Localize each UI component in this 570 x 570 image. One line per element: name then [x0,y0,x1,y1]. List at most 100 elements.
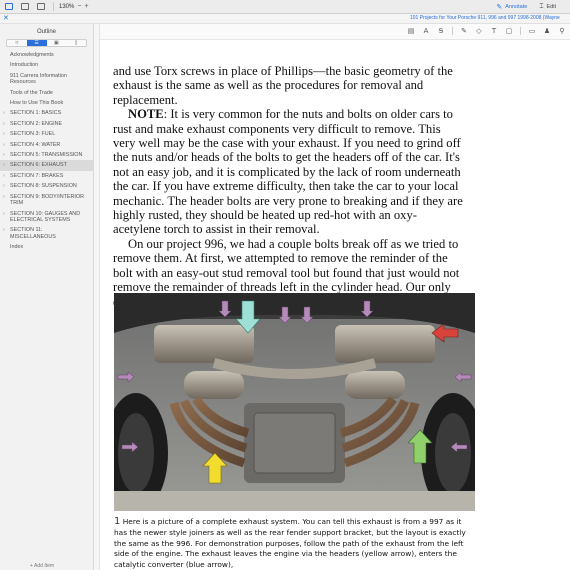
close-document-icon[interactable]: ✕ [3,14,9,22]
shape-icon[interactable]: ◇ [475,27,483,35]
edit-label: Edit [546,4,556,10]
link-icon[interactable]: ⚲ [558,27,566,35]
page-layout-icon[interactable] [34,2,48,12]
tab-outline[interactable]: ☰ [26,40,47,46]
document-title: 101 Projects for Your Porsche 911, 996 a… [410,15,560,21]
outline-item-label: SECTION 11: MISCELLANEOUS [10,227,56,240]
tab-pages[interactable]: ▯ [66,40,86,46]
outline-item[interactable]: Index [0,242,93,252]
stamp-icon[interactable]: ▭ [528,27,536,35]
note-text: : It is very common for the nuts and bol… [113,107,463,237]
chevron-right-icon[interactable]: › [3,110,5,116]
chevron-right-icon[interactable]: › [3,121,5,127]
outline-list-icon: ☰ [34,40,39,46]
toolbar-divider [520,27,521,35]
outline-item[interactable]: 911 Carrera Information Resources [0,71,93,88]
outline-item-label: SECTION 10: GAUGES AND ELECTRICAL SYSTEM… [10,210,81,223]
outline-item-label: SECTION 7: BRAKES [10,172,64,179]
chevron-right-icon[interactable]: › [3,183,5,189]
sidebar-toggle-icon[interactable] [2,2,16,12]
top-toolbar: 130% − + ✎ Annotate ⌶ Edit [0,0,570,14]
outline-item[interactable]: › SECTION 2: ENGINE [0,119,93,129]
caption-text: Here is a picture of a complete exhaust … [114,517,466,570]
page-body-text: and use Torx screws in place of Phillips… [113,64,463,309]
outline-item[interactable]: How to Use This Book [0,98,93,108]
annotate-label: Annotate [505,4,528,10]
zoom-control: 130% − + [59,3,89,10]
chevron-right-icon[interactable]: › [3,162,5,168]
image-icon: ▣ [54,40,59,46]
outline-item[interactable]: › SECTION 7: BRAKES [0,171,93,181]
edit-mode-button[interactable]: ⌶ Edit [539,3,556,11]
outline-item-label: SECTION 9: BODY/INTERIOR TRIM [10,193,84,207]
tab-thumbnails[interactable]: ▣ [47,40,67,46]
chevron-right-icon[interactable]: › [3,152,5,158]
outline-item[interactable]: › SECTION 6: EXHAUST [0,160,93,171]
outline-item-label: How to Use This Book [10,100,64,107]
add-item-button[interactable]: + Add Item [30,563,54,569]
highlight-icon[interactable]: A [422,27,430,35]
outline-item-label: SECTION 4: WATER [10,141,61,148]
outline-item[interactable]: Tools of the Trade [0,88,93,98]
text-box-icon[interactable]: ▤ [407,27,415,35]
annotation-toolbar: ▤ A Ꞩ ✎ ◇ T ▢ ▭ ♟ ⚲ [100,24,570,40]
outline-item-label: Tools of the Trade [10,89,53,96]
chevron-right-icon[interactable]: › [3,194,5,200]
outline-item-label: Index [10,244,24,251]
outline-item[interactable]: Acknowledgments [0,50,93,60]
paragraph: and use Torx screws in place of Phillips… [113,64,453,107]
toolbar-divider [53,2,54,11]
pen-icon: ✎ [496,4,503,11]
caption-number: 1 [114,516,121,527]
note-paragraph: NOTE: It is very common for the nuts and… [113,107,463,237]
outline-item[interactable]: Introduction [0,60,93,70]
outline-list: Acknowledgments Introduction 911 Carrera I… [0,50,93,253]
bookmark-icon: ⌑ [15,40,19,46]
sidebar-view-tabs: ⌑ ☰ ▣ ▯ [6,39,87,47]
outline-item-label: SECTION 3: FUEL [10,131,56,138]
pdf-page: and use Torx screws in place of Phillips… [100,40,570,570]
outline-item-label: 911 Carrera Information Resources [10,72,67,86]
chevron-right-icon[interactable]: › [3,227,5,233]
note-icon[interactable]: ▢ [505,27,513,35]
outline-item-label: SECTION 2: ENGINE [10,120,63,127]
sidebar-title: Outline [36,29,56,35]
chevron-right-icon[interactable]: › [3,173,5,179]
pencil-icon[interactable]: ✎ [460,27,468,35]
outline-item-label: SECTION 8: SUSPENSION [10,183,77,190]
outline-item[interactable]: › SECTION 5: TRANSMISSION [0,150,93,160]
exhaust-photo-illustration [114,293,475,511]
outline-item[interactable]: › SECTION 3: FUEL [0,129,93,139]
outline-item[interactable]: › SECTION 1: BASICS [0,108,93,118]
page-icon: ▯ [74,40,78,46]
outline-item-label: SECTION 6: EXHAUST [10,162,67,169]
strikethrough-icon[interactable]: Ꞩ [437,27,445,35]
thumbnail-view-icon[interactable] [18,2,32,12]
outline-item[interactable]: › SECTION 8: SUSPENSION [0,181,93,191]
text-cursor-icon: ⌶ [539,3,544,10]
tab-bookmarks[interactable]: ⌑ [7,40,27,46]
outline-item-label: SECTION 5: TRANSMISSION [10,152,83,159]
annotate-mode-button[interactable]: ✎ Annotate [496,3,527,11]
outline-item[interactable]: › SECTION 10: GAUGES AND ELECTRICAL SYSTE… [0,209,93,226]
figure-caption: 1 Here is a picture of a complete exhaus… [114,516,476,570]
note-label: NOTE [128,107,164,122]
outline-item-label: Acknowledgments [10,52,54,58]
outline-item-label: SECTION 1: BASICS [10,110,62,117]
text-tool-icon[interactable]: T [490,27,498,35]
chevron-right-icon[interactable]: › [3,131,5,137]
zoom-in-button[interactable]: + [84,3,88,10]
zoom-out-button[interactable]: − [77,3,81,10]
toolbar-divider [452,27,453,35]
chevron-right-icon[interactable]: › [3,211,5,217]
signature-icon[interactable]: ♟ [543,27,551,35]
zoom-level-select[interactable]: 130% [59,4,74,10]
outline-item-label: Introduction [10,62,39,69]
document-tab-bar: ✕ 101 Projects for Your Porsche 911, 996… [0,14,570,24]
chevron-right-icon[interactable]: › [3,142,5,148]
outline-sidebar: Outline ⌑ ☰ ▣ ▯ Acknowledgments Introduct… [0,24,94,570]
outline-item[interactable]: › SECTION 4: WATER [0,140,93,150]
exhaust-system-photo [114,293,475,511]
outline-item[interactable]: › SECTION 9: BODY/INTERIOR TRIM [0,192,93,209]
outline-item[interactable]: › SECTION 11: MISCELLANEOUS [0,225,93,242]
